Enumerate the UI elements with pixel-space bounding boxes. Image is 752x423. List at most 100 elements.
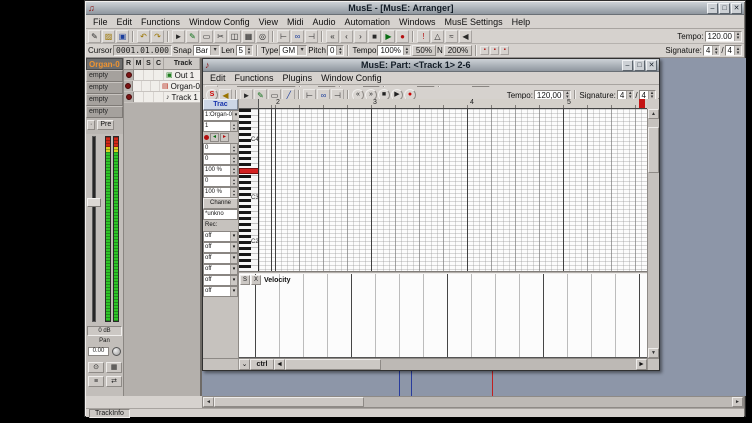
type-combobox[interactable]: GM ▾ [279,45,307,56]
double-tempo-button[interactable]: 200% [444,45,472,56]
spin-arrows-icon[interactable]: ▴▾ [230,122,237,131]
controller-row-combobox[interactable]: off▾ [203,253,238,264]
menu-windows[interactable]: Windows [395,17,440,27]
chevron-down-icon[interactable]: ▾ [230,232,237,241]
spin-arrows-icon[interactable]: ▴▾ [403,46,410,55]
chevron-down-icon[interactable]: ▾ [232,111,239,120]
menu-functions[interactable]: Functions [137,17,184,27]
main-titlebar[interactable]: ♫ MusE - [MusE: Arranger] – □ ✕ [86,2,744,15]
transpose-spinbox[interactable]: 0▴▾ [203,143,238,154]
black-keys[interactable] [239,109,251,271]
sync-icon[interactable]: ≈ [445,30,458,43]
scroll-left-icon[interactable]: ◄ [203,397,214,407]
class-cell[interactable] [154,70,164,80]
length-percent-spinbox[interactable]: 100 %▴▾ [203,165,238,176]
menu-audio[interactable]: Audio [308,17,339,27]
menu-view[interactable]: View [255,17,282,27]
rewind-start-button[interactable]: « [326,30,339,43]
spin-arrows-icon[interactable]: ▴▾ [336,46,343,55]
half-tempo-button[interactable]: 50% [412,45,436,56]
pre-button[interactable]: Pre [97,120,114,130]
horizontal-scroll-thumb[interactable] [214,397,364,407]
arranger-horizontal-scrollbar[interactable]: ◄ ► [202,396,744,408]
record-arm-icon[interactable] [125,83,131,89]
glue-tool-icon[interactable]: ◫ [228,30,241,43]
track-row[interactable]: ▤ Organ-0 [124,81,200,92]
record-button[interactable]: ● [396,30,409,43]
len-spinbox[interactable]: 5 ▴▾ [236,45,253,56]
punch-out-icon[interactable]: ⊣ [305,30,318,43]
solo-cell[interactable] [142,81,151,91]
controller-row-combobox[interactable]: off▾ [203,264,238,275]
chevron-down-icon[interactable]: ▾ [230,243,237,252]
record-arm-icon[interactable] [126,72,132,78]
chevron-down-icon[interactable]: ▾ [230,276,237,285]
signature-numerator-spinbox[interactable]: 4 ▴▾ [703,45,720,56]
highlighted-key[interactable] [239,168,259,174]
controller-row-combobox[interactable]: off▾ [203,286,238,297]
tab-track-info[interactable]: Trac [203,99,238,110]
zoom-tool-icon[interactable]: ◎ [256,30,269,43]
scroll-right-icon[interactable]: ► [732,397,743,407]
midi-out-icon[interactable]: ▸ [220,133,229,142]
volume-fader-handle[interactable] [87,198,101,207]
snap-combobox[interactable]: Bar ▾ [193,45,220,56]
vertical-scroll-track[interactable] [648,119,659,348]
pencil-icon[interactable]: ✎ [88,30,101,43]
chevron-down-icon[interactable]: ▾ [230,265,237,274]
scroll-up-icon[interactable]: ▲ [648,109,659,119]
marker-right-icon[interactable]: ▪ [500,46,509,55]
spin-arrows-icon[interactable]: ▴▾ [245,46,252,55]
midi-in-icon[interactable]: ◂ [210,133,219,142]
maximize-icon[interactable]: □ [719,3,730,14]
controller-close-button[interactable]: X [251,275,261,285]
part-slot[interactable]: empty [86,70,123,82]
pan-value[interactable]: 0.00 [88,347,109,356]
patch-selector[interactable]: *unkno [203,209,238,220]
horizontal-scroll-thumb[interactable] [285,359,381,370]
controller-row-combobox[interactable]: off▾ [203,242,238,253]
close-icon[interactable]: ✕ [646,60,657,71]
track-row[interactable]: ♪ Track 1 [124,92,200,103]
note-grid-canvas[interactable] [259,109,647,271]
mute-tool-icon[interactable]: ▦ [242,30,255,43]
scroll-right-icon[interactable]: ► [636,359,647,370]
spin-arrows-icon[interactable]: ▴▾ [230,166,237,175]
scroll-left-icon[interactable]: ◄ [274,359,285,370]
class-cell[interactable] [151,81,160,91]
track-selector-combobox[interactable]: 1:Organ-0▾ [203,110,240,121]
part-slot[interactable]: empty [86,82,123,94]
chevron-down-icon[interactable]: ▾ [297,46,306,55]
record-arm-cell[interactable] [124,81,133,91]
redo-icon[interactable]: ↷ [151,30,164,43]
power-button[interactable]: ⊙ [88,362,104,373]
piano-keyboard[interactable]: C4 C3 C2 [239,109,259,271]
panic-button[interactable]: ! [417,30,430,43]
menu-help[interactable]: Help [508,17,535,27]
spin-arrows-icon[interactable]: ▴▾ [230,188,237,197]
vertical-scroll-thumb[interactable] [648,127,659,173]
scissors-tool-icon[interactable]: ✂ [214,30,227,43]
chevron-down-icon[interactable]: ▾ [210,46,219,55]
open-file-icon[interactable]: ▨ [102,30,115,43]
pitch-spinbox[interactable]: 0 ▴▾ [327,45,344,56]
spin-arrows-icon[interactable]: ▴▾ [734,46,741,55]
controller-select-button[interactable]: S [240,275,250,285]
delay-spinbox[interactable]: 0▴▾ [203,154,238,165]
compression-spinbox[interactable]: 100 %▴▾ [203,187,238,198]
menu-automation[interactable]: Automation [341,17,395,27]
pointer-tool-icon[interactable]: ► [172,30,185,43]
spin-arrows-icon[interactable]: ▴▾ [230,155,237,164]
horizontal-scroll-track[interactable] [285,359,636,370]
minimize-icon[interactable]: – [622,60,633,71]
rewind-button[interactable]: ‹ [340,30,353,43]
marker-left-icon[interactable]: ▪ [480,46,489,55]
scroll-down-icon[interactable]: ▼ [648,348,659,358]
vertical-scrollbar[interactable]: ▲ ▼ [647,109,659,358]
record-arm-cell[interactable] [124,70,134,80]
part-slot[interactable]: empty [86,94,123,106]
timeline-ruler[interactable]: 2 3 4 5 [259,99,647,109]
speaker-icon[interactable]: ◀ [459,30,472,43]
record-arm-cell[interactable] [124,92,134,102]
save-file-icon[interactable]: ▣ [116,30,129,43]
